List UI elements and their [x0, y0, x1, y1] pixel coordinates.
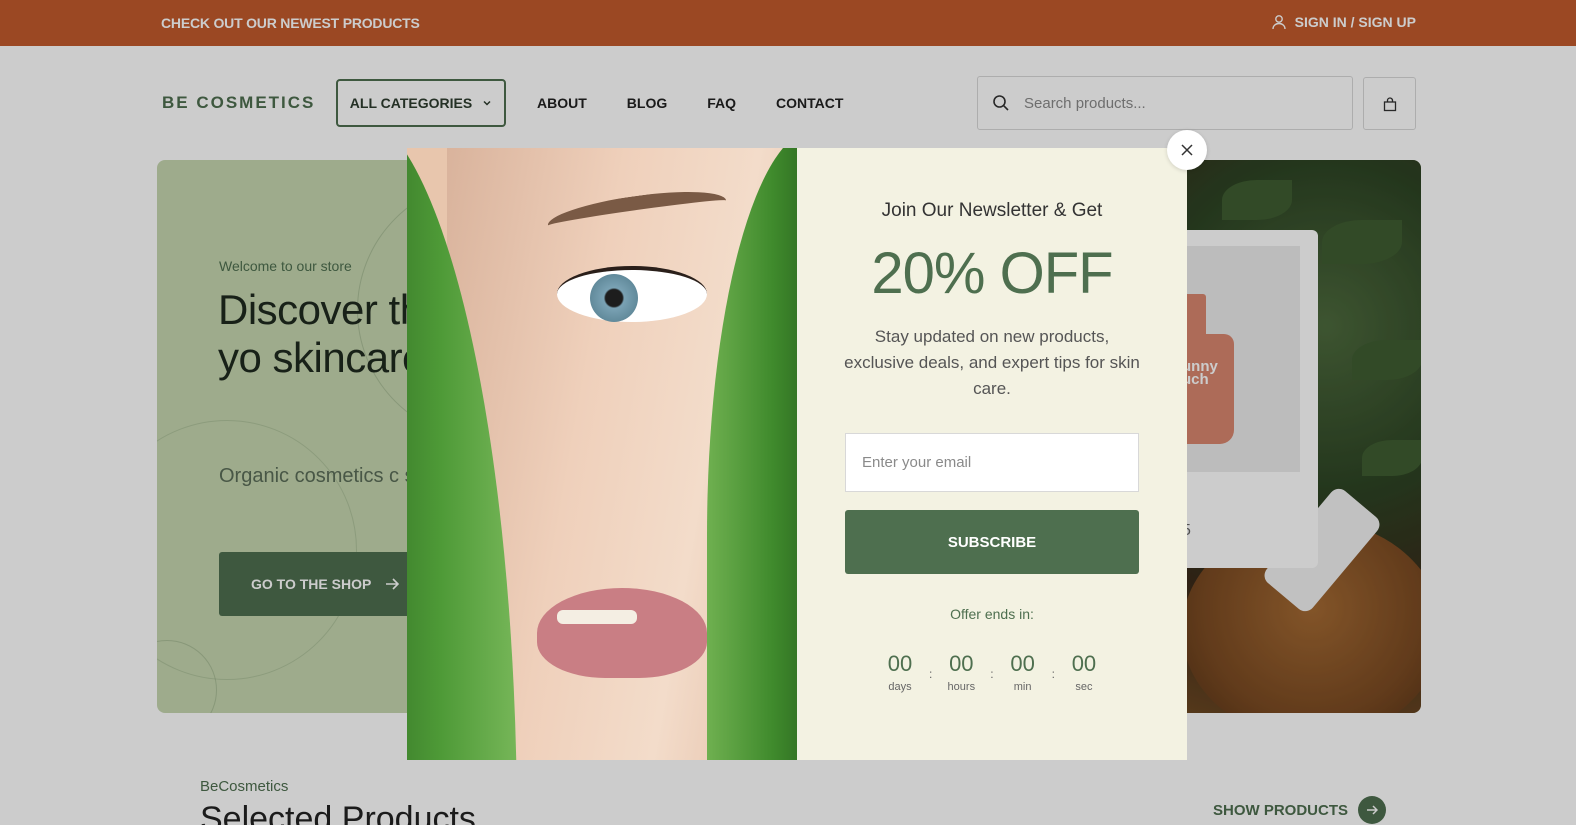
- newsletter-content: Join Our Newsletter & Get 20% OFF Stay u…: [797, 148, 1187, 760]
- newsletter-pitch: Stay updated on new products, exclusive …: [844, 327, 1140, 398]
- close-icon: [1181, 144, 1193, 156]
- model-face-photo: [407, 148, 797, 760]
- close-modal-button[interactable]: [1167, 130, 1207, 170]
- countdown-label: hours: [947, 681, 976, 693]
- countdown-minutes: 00 min: [1000, 651, 1046, 693]
- countdown-label: sec: [1075, 681, 1093, 693]
- countdown-label: days: [888, 681, 912, 693]
- countdown-separator: :: [1051, 667, 1055, 681]
- newsletter-modal: Join Our Newsletter & Get 20% OFF Stay u…: [407, 148, 1187, 760]
- subscribe-button[interactable]: SUBSCRIBE: [845, 510, 1139, 574]
- countdown-separator: :: [990, 667, 994, 681]
- offer-ends-label: Offer ends in:: [950, 606, 1034, 622]
- countdown-days: 00 days: [877, 651, 923, 693]
- countdown-value: 00: [887, 651, 913, 676]
- discount-text: 20% OFF: [871, 241, 1113, 306]
- email-field[interactable]: [845, 433, 1139, 492]
- countdown-seconds: 00 sec: [1061, 651, 1107, 693]
- newsletter-heading: Join Our Newsletter & Get: [881, 200, 1103, 221]
- countdown-separator: :: [928, 667, 933, 681]
- countdown-value: 00: [1010, 651, 1035, 676]
- countdown-value: 00: [1071, 651, 1097, 676]
- countdown-timer: 00 days : 00 hours : 00 min : 00 sec: [877, 651, 1107, 693]
- countdown-hours: 00 hours: [938, 651, 984, 693]
- countdown-value: 00: [949, 651, 974, 676]
- countdown-label: min: [1013, 681, 1032, 693]
